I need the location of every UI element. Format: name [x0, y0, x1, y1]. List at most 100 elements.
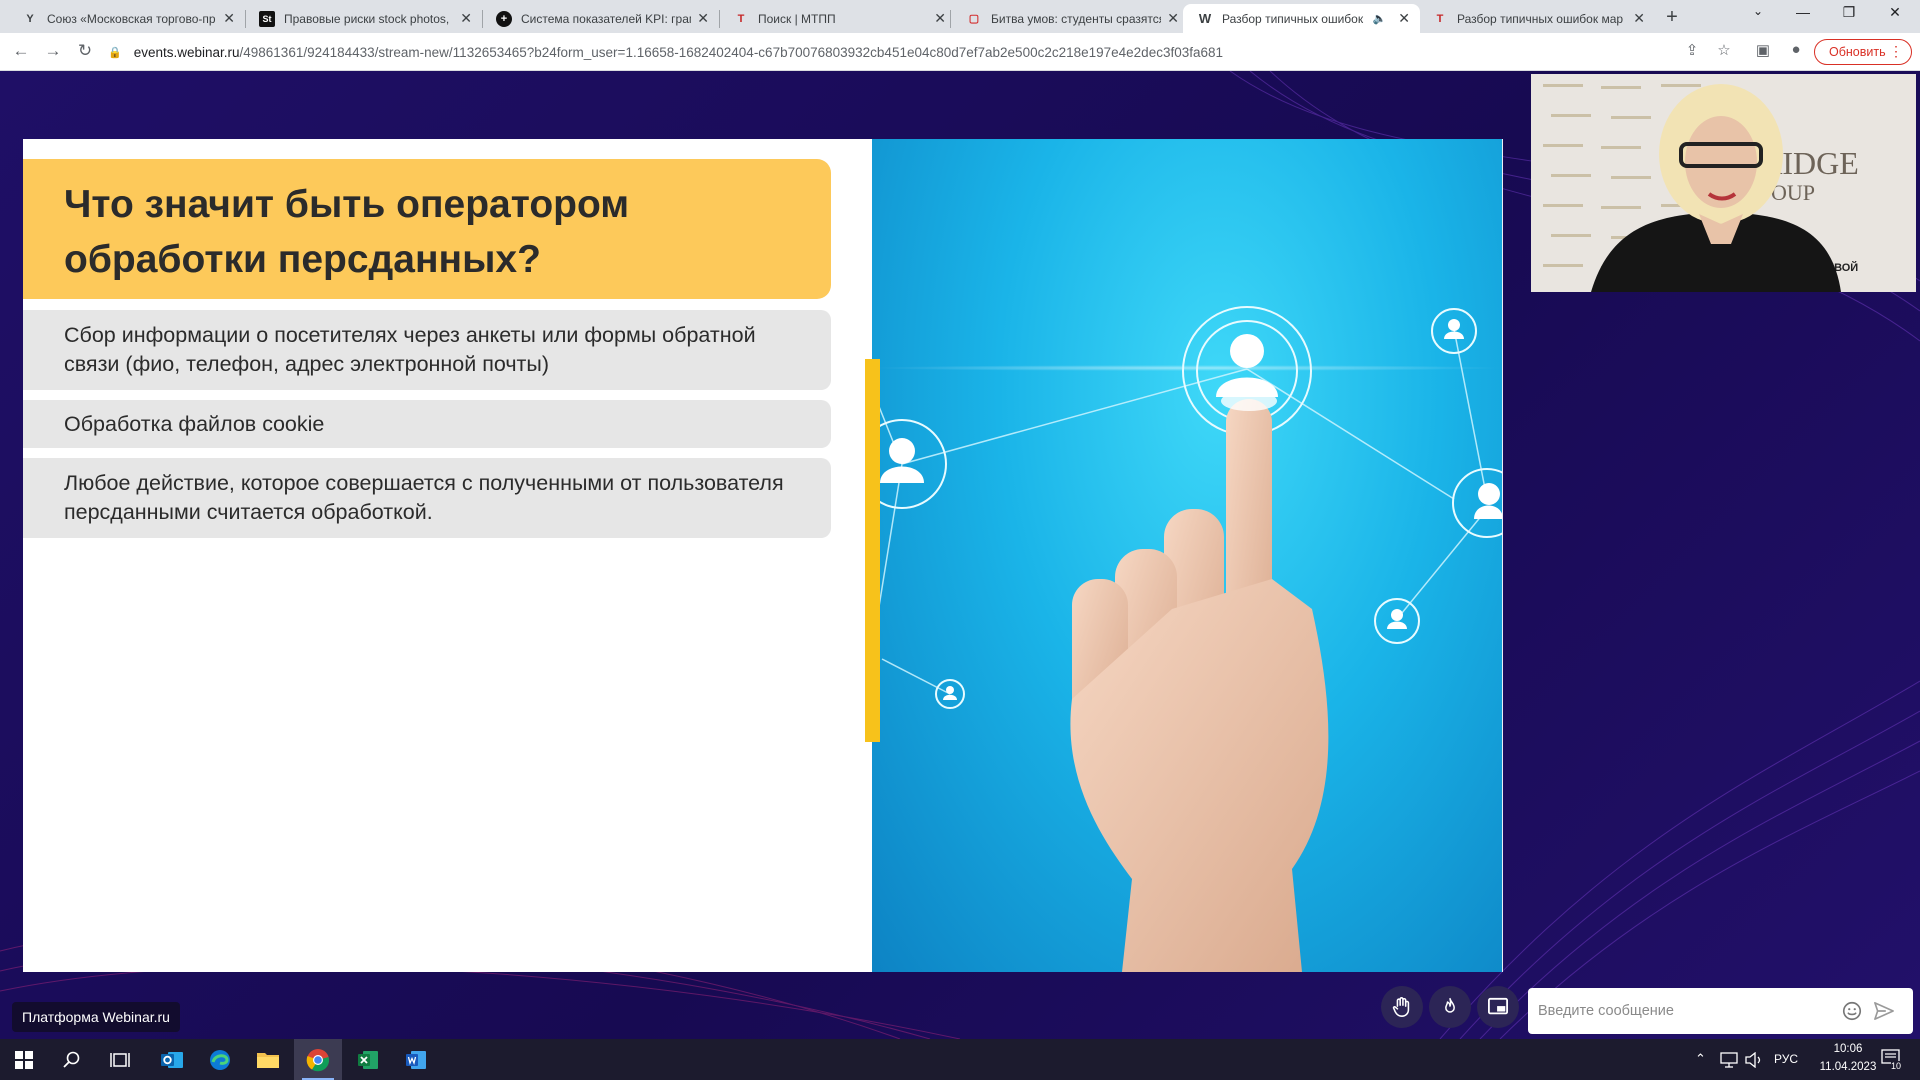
taskbar-edge[interactable]	[196, 1039, 244, 1080]
side-panel-icon[interactable]: ▣	[1752, 41, 1774, 59]
picture-in-picture-icon	[1488, 997, 1508, 1015]
tab-title: Разбор типичных ошибок	[1222, 11, 1364, 26]
update-label: Обновить	[1829, 45, 1886, 59]
close-tab-icon[interactable]: ✕	[1167, 10, 1179, 27]
slide-photo-border	[1502, 139, 1503, 972]
tab-title: Битва умов: студенты сразятся	[991, 11, 1162, 26]
restore-window-button[interactable]: ❐	[1826, 4, 1872, 21]
tab-title: Система показателей KPI: грам	[521, 11, 692, 26]
folder-icon	[257, 1052, 279, 1068]
forward-arrow-icon[interactable]: →	[42, 41, 64, 61]
windows-logo-icon	[15, 1050, 33, 1069]
outlook-icon	[161, 1051, 183, 1068]
network-hand-illustration	[872, 306, 1503, 972]
send-icon[interactable]	[1873, 1001, 1895, 1021]
browser-tab[interactable]: St Правовые риски stock photos, ✕	[245, 4, 482, 33]
webinar-favicon-icon: W	[1198, 11, 1212, 26]
search-icon	[63, 1051, 80, 1068]
tab-title: Разбор типичных ошибок мар	[1457, 11, 1624, 26]
slide-bullet: Обработка файлов cookie	[23, 400, 831, 448]
tab-title: Союз «Московская торгово-пр	[47, 11, 216, 26]
browser-tab[interactable]: Y Союз «Московская торгово-пр ✕	[8, 4, 245, 33]
url-path: /49861361/924184433/stream-new/113265346…	[239, 44, 1224, 60]
share-icon[interactable]: ⇪	[1681, 41, 1703, 59]
clock-time[interactable]: 10:06	[1820, 1043, 1876, 1055]
raise-hand-button[interactable]	[1381, 986, 1423, 1028]
update-browser-button[interactable]: Обновить ⋮	[1814, 39, 1912, 65]
bullet-text: Сбор информации о посетителях через анке…	[64, 323, 756, 376]
menu-dots-icon[interactable]: ⋮	[1889, 43, 1903, 60]
close-tab-icon[interactable]: ✕	[697, 10, 709, 27]
taskbar-word[interactable]	[392, 1039, 440, 1080]
volume-icon[interactable]	[1745, 1052, 1763, 1068]
chat-message-input[interactable]	[1538, 988, 1838, 1034]
network-icon[interactable]	[1720, 1052, 1738, 1068]
browser-tab[interactable]: T Разбор типичных ошибок мар ✕	[1418, 4, 1655, 33]
browser-tab-bar: Y Союз «Московская торгово-пр ✕ St Право…	[0, 0, 1920, 33]
taskbar-outlook[interactable]	[148, 1039, 196, 1080]
chrome-icon	[306, 1048, 330, 1071]
tab-title: Поиск | МТПП	[758, 11, 836, 26]
slide-photo-hand-network	[872, 139, 1503, 972]
bullet-text: Обработка файлов cookie	[64, 411, 325, 436]
address-bar-row: ← → ↻ 🔒 events.webinar.ru/49861361/92418…	[0, 33, 1920, 71]
bullet-text: Любое действие, которое совершается с по…	[64, 471, 784, 524]
mtpp-favicon-icon: T	[1436, 12, 1444, 25]
bookmark-star-icon[interactable]: ☆	[1713, 41, 1735, 59]
tab-search-chevron-icon[interactable]: ⌄	[1735, 4, 1781, 18]
mtpp-favicon-icon: T	[737, 12, 745, 25]
slide-accent-bar	[865, 359, 880, 742]
browser-tab[interactable]: T Поиск | МТПП ✕	[719, 4, 956, 33]
audio-playing-icon[interactable]: 🔈	[1373, 12, 1387, 25]
backdrop-logo-line2: OUP	[1771, 180, 1815, 205]
tab-divider	[950, 10, 951, 28]
presenter-video-frame: RIDGE OUP ЧЕВОЙ	[1531, 74, 1916, 292]
start-button[interactable]	[0, 1039, 48, 1080]
taskbar-excel[interactable]	[344, 1039, 392, 1080]
profile-avatar-icon[interactable]: ●	[1785, 41, 1807, 58]
emoji-icon[interactable]	[1841, 1000, 1863, 1022]
close-tab-icon[interactable]: ✕	[223, 10, 235, 27]
back-arrow-icon[interactable]: ←	[10, 41, 32, 61]
notification-count-badge: 10	[1891, 1061, 1902, 1071]
chat-message-box	[1528, 988, 1913, 1034]
reaction-fire-button[interactable]	[1429, 986, 1471, 1028]
input-language[interactable]: РУС	[1774, 1052, 1798, 1066]
picture-in-picture-button[interactable]	[1477, 986, 1519, 1028]
taskbar-chrome[interactable]	[294, 1039, 342, 1080]
page-favicon-icon: ▢	[968, 13, 980, 25]
word-icon	[406, 1050, 426, 1069]
fire-icon	[1445, 997, 1455, 1013]
task-view-button[interactable]	[96, 1039, 144, 1080]
slide-bullet: Любое действие, которое совершается с по…	[23, 458, 831, 538]
close-tab-icon[interactable]: ✕	[460, 10, 472, 27]
url-field[interactable]: 🔒 events.webinar.ru/49861361/924184433/s…	[108, 38, 1738, 66]
clock-date[interactable]: 11.04.2023	[1806, 1061, 1890, 1073]
browser-tab[interactable]: + Система показателей KPI: грам ✕	[482, 4, 719, 33]
close-window-button[interactable]: ✕	[1872, 4, 1918, 21]
browser-tab-active[interactable]: W Разбор типичных ошибок 🔈 ✕	[1183, 4, 1420, 33]
presenter-video[interactable]: RIDGE OUP ЧЕВОЙ	[1531, 74, 1916, 292]
taskbar-file-explorer[interactable]	[244, 1039, 292, 1080]
stock-favicon-icon: St	[259, 10, 275, 27]
reload-icon[interactable]: ↻	[74, 41, 96, 61]
lock-icon[interactable]: 🔒	[108, 46, 122, 59]
slide-title-box: Что значит быть оператором обработки пер…	[23, 159, 831, 299]
minimize-window-button[interactable]: —	[1780, 4, 1826, 20]
yandex-favicon-icon: Y	[26, 12, 34, 25]
close-tab-icon[interactable]: ✕	[1633, 10, 1645, 27]
close-tab-icon[interactable]: ✕	[934, 10, 946, 27]
slide-bullet: Сбор информации о посетителях через анке…	[23, 310, 831, 390]
new-tab-button[interactable]: +	[1660, 6, 1684, 29]
tray-overflow-chevron-icon[interactable]: ⌃	[1695, 1051, 1706, 1067]
search-button[interactable]	[48, 1039, 96, 1080]
browser-tab[interactable]: ▢ Битва умов: студенты сразятся ✕	[952, 4, 1189, 33]
platform-label: Платформа Webinar.ru	[12, 1002, 180, 1032]
url-host: events.webinar.ru	[133, 44, 240, 60]
webinar-stage: Что значит быть оператором обработки пер…	[0, 71, 1920, 1039]
excel-icon	[358, 1050, 378, 1069]
close-tab-icon[interactable]: ✕	[1398, 10, 1410, 27]
edge-browser-icon	[210, 1049, 230, 1070]
raise-hand-icon	[1392, 997, 1410, 1017]
pointing-hand	[1070, 399, 1329, 972]
